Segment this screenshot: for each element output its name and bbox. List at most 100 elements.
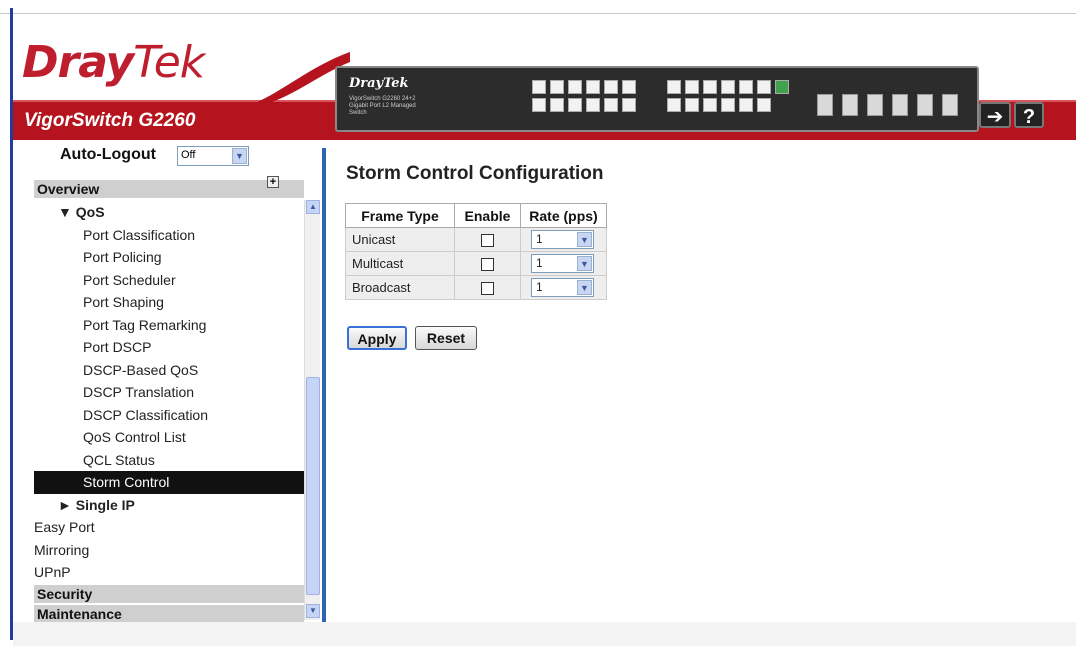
sidebar-item-easy-port[interactable]: Easy Port	[34, 516, 304, 539]
sidebar-item-mirroring[interactable]: Mirroring	[34, 539, 304, 562]
table-header-row: Frame Type Enable Rate (pps)	[345, 203, 607, 228]
column-header-frame-type: Frame Type	[345, 203, 455, 228]
sidebar-nav: ▼ QoS Port Classification Port Policing Por…	[34, 201, 304, 584]
port-icon	[721, 80, 735, 94]
port-icon	[532, 98, 546, 112]
chevron-down-icon: ▼	[577, 256, 592, 271]
chevron-down-icon: ▼	[577, 280, 592, 295]
table-row: Multicast 1 ▼	[345, 251, 607, 276]
auto-logout-value: Off	[181, 149, 196, 161]
rate-select[interactable]: 1 ▼	[531, 278, 594, 297]
sidebar-scrollbar[interactable]: ▲ ▼	[304, 200, 320, 620]
chevron-down-icon: ▼	[577, 232, 592, 247]
expand-all-icon[interactable]: +	[267, 176, 279, 188]
storm-control-table: Frame Type Enable Rate (pps) Unicast 1 ▼ Mu…	[345, 203, 607, 300]
reset-button[interactable]: Reset	[415, 326, 477, 350]
sidebar-item-port-policing[interactable]: Port Policing	[34, 246, 304, 269]
sidebar-item-port-shaping[interactable]: Port Shaping	[34, 291, 304, 314]
sidebar-item-single-ip[interactable]: ► Single IP	[34, 494, 304, 517]
scroll-up-icon[interactable]: ▲	[306, 200, 320, 214]
enable-cell	[454, 275, 521, 300]
port-icon	[604, 80, 618, 94]
port-active-icon	[775, 80, 789, 94]
enable-checkbox[interactable]	[481, 258, 494, 272]
enable-checkbox[interactable]	[481, 234, 494, 248]
enable-checkbox[interactable]	[481, 282, 494, 296]
scrollbar-thumb[interactable]	[306, 377, 320, 595]
sfp-port-icon	[842, 94, 858, 116]
port-icon	[568, 98, 582, 112]
header-swoosh	[230, 52, 350, 110]
page-title: Storm Control Configuration	[346, 163, 604, 184]
port-icon	[550, 98, 564, 112]
port-icon	[586, 80, 600, 94]
column-header-enable: Enable	[454, 203, 521, 228]
rate-select[interactable]: 1 ▼	[531, 254, 594, 273]
frame-type-cell: Unicast	[345, 227, 455, 252]
logout-button[interactable]: ➔	[979, 102, 1011, 128]
sidebar-section-maintenance[interactable]: Maintenance	[34, 605, 304, 623]
port-icon	[550, 80, 564, 94]
rate-value: 1	[536, 232, 543, 246]
logout-icon: ➔	[986, 106, 1004, 128]
table-row: Unicast 1 ▼	[345, 227, 607, 252]
chevron-down-icon: ▼	[232, 148, 247, 164]
frame-type-cell: Multicast	[345, 251, 455, 276]
auto-logout-select[interactable]: Off ▼	[177, 146, 249, 166]
port-icon	[622, 98, 636, 112]
rate-cell: 1 ▼	[520, 275, 607, 300]
port-icon	[604, 98, 618, 112]
footer-strip	[13, 622, 1076, 646]
port-icon	[739, 80, 753, 94]
port-group-1	[532, 80, 636, 94]
rate-cell: 1 ▼	[520, 251, 607, 276]
port-icon	[685, 98, 699, 112]
sidebar-item-storm-control[interactable]: Storm Control	[34, 471, 304, 494]
port-group-2	[532, 98, 636, 112]
model-name: VigorSwitch G2260	[24, 110, 196, 131]
port-icon	[703, 80, 717, 94]
port-icon	[721, 98, 735, 112]
enable-cell	[454, 251, 521, 276]
scroll-down-icon[interactable]: ▼	[306, 604, 320, 618]
table-row: Broadcast 1 ▼	[345, 275, 607, 300]
port-icon	[757, 80, 771, 94]
sidebar-item-qos-control-list[interactable]: QoS Control List	[34, 426, 304, 449]
port-icon	[667, 80, 681, 94]
switch-front-panel-image: DrayTek VigorSwitch G2260 24+2 Gigabit P…	[335, 66, 979, 132]
sfp-port-icon	[892, 94, 908, 116]
sidebar-section-security[interactable]: Security	[34, 585, 304, 603]
sfp-port-icon	[817, 94, 833, 116]
enable-cell	[454, 227, 521, 252]
port-icon	[685, 80, 699, 94]
sfp-port-icon	[942, 94, 958, 116]
sidebar-item-port-tag-remarking[interactable]: Port Tag Remarking	[34, 314, 304, 337]
apply-button[interactable]: Apply	[347, 326, 407, 350]
column-header-rate: Rate (pps)	[520, 203, 607, 228]
sidebar-section-overview[interactable]: Overview	[34, 180, 304, 198]
sidebar-item-port-dscp[interactable]: Port DSCP	[34, 336, 304, 359]
sidebar-item-dscp-classification[interactable]: DSCP Classification	[34, 404, 304, 427]
device-brand: DrayTek	[349, 76, 409, 91]
auto-logout-label: Auto-Logout	[60, 146, 156, 163]
sidebar-item-dscp-translation[interactable]: DSCP Translation	[34, 381, 304, 404]
sfp-port-icon	[917, 94, 933, 116]
rate-select[interactable]: 1 ▼	[531, 230, 594, 249]
sidebar-item-port-scheduler[interactable]: Port Scheduler	[34, 269, 304, 292]
storm-control-rows: Unicast 1 ▼ Multicast 1 ▼ Broadcast 1 ▼	[345, 227, 607, 300]
rate-value: 1	[536, 256, 543, 270]
frame-type-cell: Broadcast	[345, 275, 455, 300]
sidebar-item-dscp-based-qos[interactable]: DSCP-Based QoS	[34, 359, 304, 382]
port-icon	[586, 98, 600, 112]
port-icon	[532, 80, 546, 94]
sidebar-item-port-classification[interactable]: Port Classification	[34, 224, 304, 247]
port-icon	[757, 98, 771, 112]
port-icon	[667, 98, 681, 112]
sidebar-item-qcl-status[interactable]: QCL Status	[34, 449, 304, 472]
sidebar-item-upnp[interactable]: UPnP	[34, 561, 304, 584]
sidebar-item-qos[interactable]: ▼ QoS	[34, 201, 304, 224]
help-button[interactable]: ?	[1014, 102, 1044, 128]
device-subtitle: VigorSwitch G2260 24+2 Gigabit Port L2 M…	[349, 96, 416, 116]
port-icon	[622, 80, 636, 94]
port-group-3	[667, 80, 789, 94]
